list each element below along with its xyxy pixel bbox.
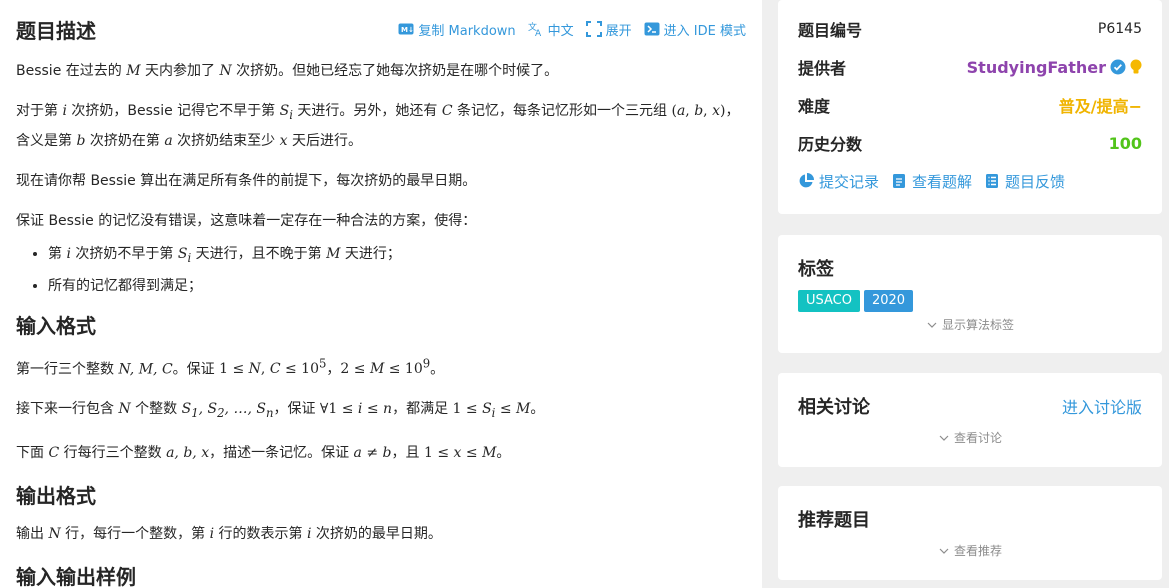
provider-link[interactable]: StudyingFather [967, 58, 1142, 77]
language-label: 中文 [547, 23, 574, 39]
translate-icon: 文A [528, 21, 542, 37]
tag-usaco[interactable]: USACO [798, 290, 860, 312]
list-item: 所有的记忆都得到满足； [48, 272, 746, 300]
expand-button[interactable]: 展开 [585, 20, 632, 39]
tags-card: 标签 USACO 2020 显示算法标签 [778, 235, 1162, 353]
desc-paragraph-3: 现在请你帮 Bessie 算出在满足所有条件的前提下，每次挤奶的最早日期。 [16, 172, 477, 189]
desc-paragraph-1: Bessie 在过去的 M 天内参加了 N 次挤奶。但她已经忘了她每次挤奶是在哪… [16, 63, 559, 79]
svg-text:M↓: M↓ [401, 26, 414, 34]
problem-id: P6145 [1097, 21, 1142, 37]
problem-info-card: 题目编号 P6145 提供者 StudyingFather 难度 普及/提高− … [778, 0, 1162, 214]
problem-links: 提交记录 查看题解 题目反馈 [798, 162, 1142, 200]
desc-paragraph-4: 保证 Bessie 的记忆没有错误，这意味着一定存在一种合法的方案，使得： [16, 212, 477, 229]
conditions-list: 第 i 次挤奶不早于第 Si 天进行，且不晚于第 M 天进行； 所有的记忆都得到… [16, 240, 746, 300]
chevron-down-icon [927, 322, 937, 328]
enter-discussion-link[interactable]: 进入讨论版 [1062, 394, 1142, 418]
output-format-title: 输出格式 [16, 484, 96, 509]
discussion-card: 相关讨论 进入讨论版 查看讨论 [778, 373, 1162, 467]
output-line: 输出 N 行，每行一个整数，第 i 行的数表示第 i 次挤奶的最早日期。 [16, 526, 442, 543]
language-button[interactable]: 文A 中文 [528, 20, 574, 39]
input-line-1: 第一行三个整数 N, M, C。保证 1 ≤ N, C ≤ 105，2 ≤ M … [16, 356, 445, 378]
verified-badge-icon [1110, 59, 1126, 75]
recommend-title: 推荐题目 [798, 510, 870, 531]
feedback-link[interactable]: 题目反馈 [984, 171, 1065, 192]
book-icon [893, 174, 906, 188]
view-solution-link[interactable]: 查看题解 [891, 171, 972, 192]
desc-paragraph-2: 对于第 i 次挤奶，Bessie 记得它不早于第 Si 天进行。另外，她还有 C… [16, 103, 740, 149]
recommend-card: 推荐题目 查看推荐 [778, 486, 1162, 580]
chevron-down-icon [939, 435, 949, 441]
problem-header: 题目描述 M↓ 复制 Markdown 文A 中文 展开 进入 IDE 模式 [16, 0, 746, 58]
expand-icon [585, 21, 602, 37]
input-line-3: 下面 C 行每行三个整数 a, b, x，描述一条记忆。保证 a ≠ b，且 1… [16, 445, 511, 462]
view-discussion-toggle[interactable]: 查看讨论 [798, 429, 1142, 446]
problem-toolbar: M↓ 复制 Markdown 文A 中文 展开 进入 IDE 模式 [398, 20, 746, 39]
terminal-icon [644, 22, 660, 36]
markdown-icon: M↓ [398, 23, 414, 35]
description-title: 题目描述 [16, 18, 96, 43]
tag-list: USACO 2020 [798, 289, 1142, 312]
list-icon [986, 174, 999, 188]
copy-markdown-button[interactable]: M↓ 复制 Markdown [398, 20, 516, 39]
problem-id-row: 题目编号 P6145 [798, 21, 1142, 40]
discussion-header: 相关讨论 进入讨论版 [798, 393, 1142, 419]
show-algo-tags-toggle[interactable]: 显示算法标签 [798, 316, 1142, 333]
copy-markdown-label: 复制 Markdown [418, 23, 516, 39]
view-recommend-toggle[interactable]: 查看推荐 [798, 542, 1142, 559]
ide-mode-button[interactable]: 进入 IDE 模式 [644, 20, 746, 39]
tag-2020[interactable]: 2020 [863, 290, 914, 312]
tags-title: 标签 [798, 259, 834, 280]
difficulty-row: 难度 普及/提高− [798, 86, 1142, 124]
chevron-down-icon [939, 548, 949, 554]
sample-title: 输入输出样例 [16, 565, 136, 588]
provider-row: 提供者 StudyingFather [798, 48, 1142, 86]
input-line-2: 接下来一行包含 N 个整数 S1, S2, …, Sn，保证 ∀1 ≤ i ≤ … [16, 401, 545, 421]
problem-main: 题目描述 M↓ 复制 Markdown 文A 中文 展开 进入 IDE 模式 B… [0, 0, 762, 588]
svg-text:A: A [535, 29, 542, 37]
pie-chart-icon [799, 173, 814, 188]
lightbulb-icon [1130, 59, 1142, 74]
score-value: 100 [1108, 133, 1142, 153]
input-format-title: 输入格式 [16, 313, 96, 338]
expand-label: 展开 [605, 23, 632, 39]
submit-record-link[interactable]: 提交记录 [798, 171, 879, 192]
list-item: 第 i 次挤奶不早于第 Si 天进行，且不晚于第 M 天进行； [48, 240, 746, 272]
ide-mode-label: 进入 IDE 模式 [663, 23, 746, 39]
score-row: 历史分数 100 [798, 133, 1142, 155]
difficulty-value[interactable]: 普及/提高− [1059, 93, 1142, 117]
discussion-title: 相关讨论 [798, 397, 870, 418]
